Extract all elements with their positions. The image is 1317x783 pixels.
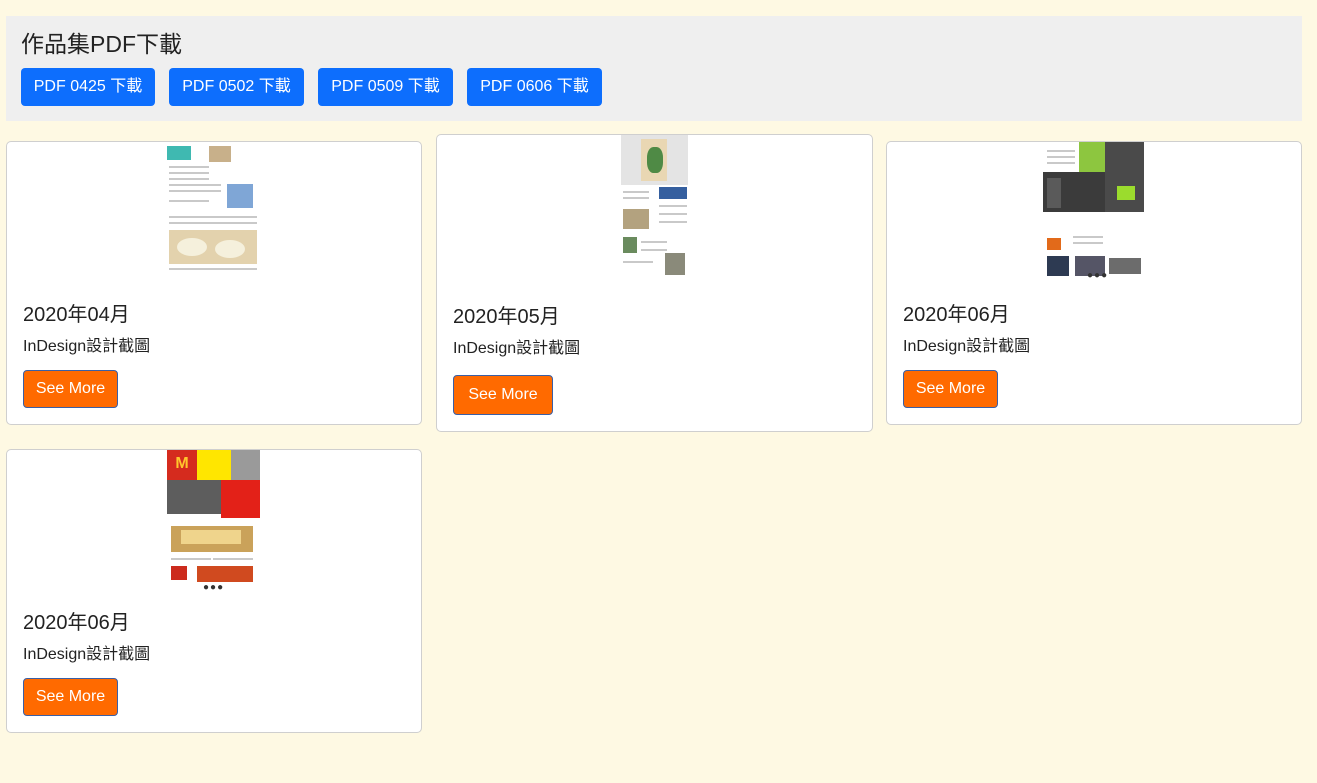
portfolio-card: 2020年04月 InDesign設計截圖 See More	[6, 141, 422, 425]
portfolio-thumbnail-image[interactable]: M ●●●	[167, 450, 260, 590]
card-subtitle: InDesign設計截圖	[23, 338, 151, 355]
pdf-0425-download-button[interactable]: PDF 0425 下載	[21, 68, 155, 106]
pdf-0509-download-button[interactable]: PDF 0509 下載	[318, 68, 453, 106]
portfolio-thumbnail-image[interactable]	[167, 144, 260, 276]
portfolio-thumbnail-image[interactable]	[621, 135, 688, 281]
see-more-button[interactable]: See More	[453, 375, 553, 415]
card-title: 2020年05月	[453, 306, 560, 328]
card-title: 2020年06月	[23, 612, 130, 634]
portfolio-card: 2020年05月 InDesign設計截圖 See More	[436, 134, 873, 432]
pdf-0606-download-button[interactable]: PDF 0606 下載	[467, 68, 602, 106]
card-title: 2020年06月	[903, 304, 1010, 326]
download-header: 作品集PDF下載 PDF 0425 下載 PDF 0502 下載 PDF 050…	[6, 16, 1302, 121]
portfolio-card: M ●●● 2020年06月 InDesign設計截圖 See More	[6, 449, 422, 733]
card-title: 2020年04月	[23, 304, 130, 326]
see-more-button[interactable]: See More	[903, 370, 998, 408]
card-subtitle: InDesign設計截圖	[453, 340, 581, 357]
see-more-button[interactable]: See More	[23, 678, 118, 716]
page-title: 作品集PDF下載	[21, 31, 182, 57]
portfolio-thumbnail-image[interactable]: ●●●	[1043, 142, 1144, 282]
portfolio-card: ●●● 2020年06月 InDesign設計截圖 See More	[886, 141, 1302, 425]
card-subtitle: InDesign設計截圖	[903, 338, 1031, 355]
m-logo-icon: M	[175, 455, 189, 472]
pdf-0502-download-button[interactable]: PDF 0502 下載	[169, 68, 304, 106]
card-subtitle: InDesign設計截圖	[23, 646, 151, 663]
see-more-button[interactable]: See More	[23, 370, 118, 408]
